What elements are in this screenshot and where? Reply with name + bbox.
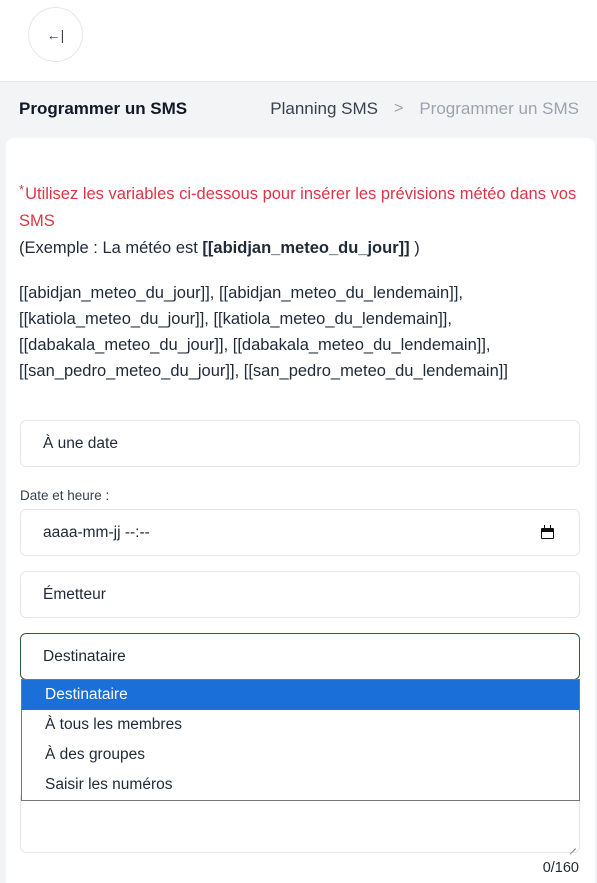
recipient-option[interactable]: À des groupes [22,740,579,770]
top-bar: ←| [0,0,597,82]
arrow-left-to-line-icon: ←| [46,26,65,43]
required-asterisk: * [19,182,25,197]
example-suffix: ) [409,239,420,257]
page-title: Programmer un SMS [19,99,188,118]
datetime-placeholder: aaaa-mm-jj --:-- [43,523,150,541]
recipient-option[interactable]: À tous les membres [22,710,579,740]
recipient-dropdown: Destinataire À tous les membres À des gr… [21,679,580,801]
recipient-value: Destinataire [43,647,126,665]
breadcrumb-current: Programmer un SMS [419,99,579,118]
chevron-right-icon: > [393,100,404,117]
variables-line: [[dabakala_meteo_du_jour]], [[dabakala_m… [19,336,491,354]
schedule-type-select[interactable]: À une date [20,420,580,467]
sender-select[interactable]: Émetteur [20,571,580,618]
schedule-type-value: À une date [43,434,118,452]
message-textarea[interactable] [20,795,580,853]
datetime-input[interactable]: aaaa-mm-jj --:-- [20,509,580,556]
back-button[interactable]: ←| [28,7,83,62]
title-bar: Programmer un SMS Planning SMS > Program… [0,82,597,138]
variables-line: [[abidjan_meteo_du_jour]], [[abidjan_met… [19,284,463,302]
resize-handle-icon[interactable] [568,841,576,849]
breadcrumb-planning-sms-link[interactable]: Planning SMS [270,99,378,119]
example-text: (Exemple : La météo est [[abidjan_meteo_… [19,239,420,257]
weather-variables-notice: *Utilisez les variables ci-dessous pour … [19,176,584,262]
example-variable: [[abidjan_meteo_du_jour]] [202,239,410,257]
recipient-select[interactable]: Destinataire [20,633,580,680]
breadcrumb: Planning SMS > Programmer un SMS [270,99,579,119]
recipient-option[interactable]: Destinataire [22,680,579,710]
notice-text: Utilisez les variables ci-dessous pour i… [19,185,577,230]
sender-value: Émetteur [43,585,106,603]
character-counter: 0/160 [542,860,579,876]
recipient-option[interactable]: Saisir les numéros [22,770,579,800]
variables-line: [[san_pedro_meteo_du_jour]], [[san_pedro… [19,362,508,380]
example-prefix: (Exemple : La météo est [19,239,203,257]
variables-line: [[katiola_meteo_du_jour]], [[katiola_met… [19,310,452,328]
calendar-icon[interactable] [540,525,555,540]
variables-list: [[abidjan_meteo_du_jour]], [[abidjan_met… [19,280,584,384]
datetime-label: Date et heure : [20,488,110,503]
